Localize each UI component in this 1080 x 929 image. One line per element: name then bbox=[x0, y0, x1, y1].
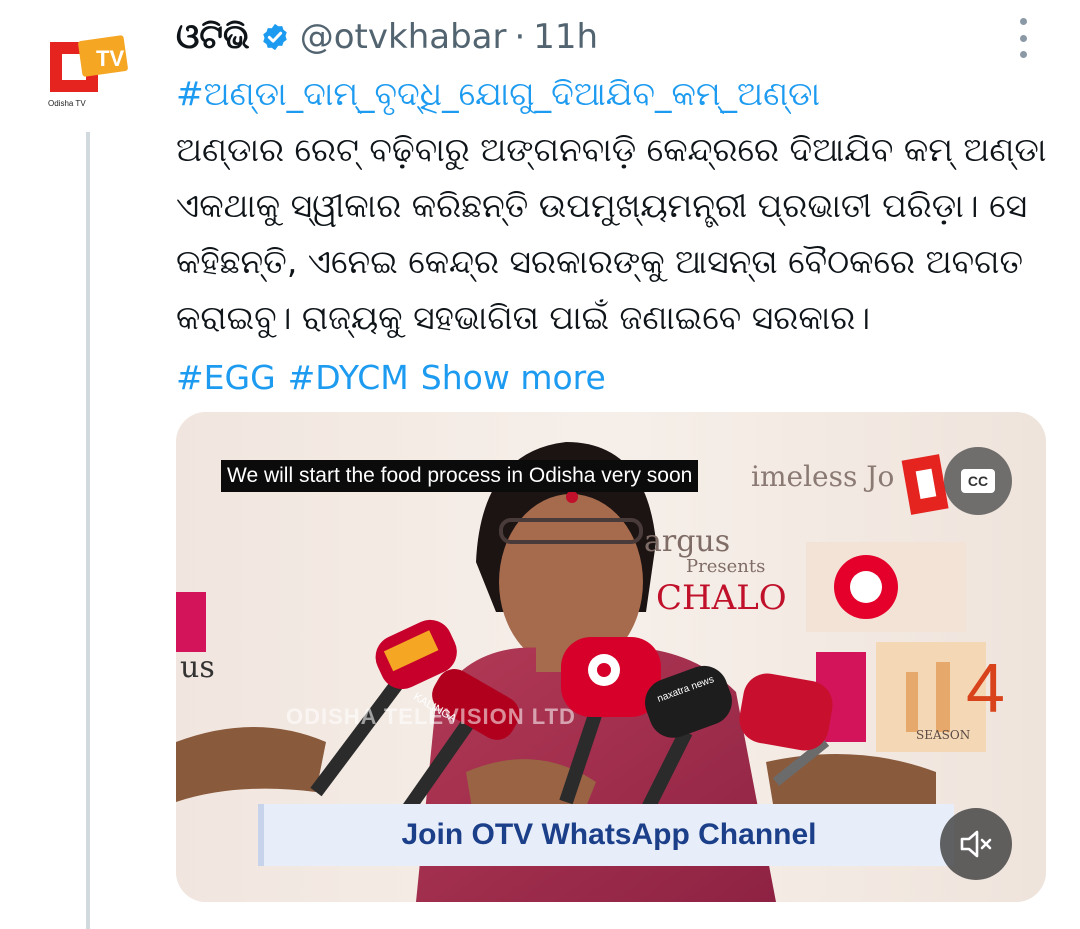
show-more-link[interactable]: Show more bbox=[421, 358, 606, 397]
cc-icon: CC bbox=[961, 469, 995, 493]
more-options-icon[interactable] bbox=[1006, 16, 1040, 60]
timestamp[interactable]: 11h bbox=[533, 17, 598, 57]
backdrop-text: SEASON bbox=[916, 728, 971, 742]
display-name[interactable]: ଓଟିଭି bbox=[176, 17, 250, 57]
avatar-label: Odisha TV bbox=[48, 99, 86, 108]
tweet-header: ଓଟିଭି @otvkhabar · 11h bbox=[176, 14, 598, 60]
tweet-body-line: ଅଣ୍ଡାର ରେଟ୍ ବଢ଼ିବାରୁ ଅଙ୍ଗନବାଡ଼ି କେନ୍ଦ୍ରର… bbox=[176, 130, 1046, 169]
hashtag-row: #EGG #DYCM Show more bbox=[176, 350, 1046, 406]
hashtag-egg[interactable]: #EGG bbox=[176, 358, 276, 397]
tweet-body-line: ଏକଥାକୁ ସ୍ୱୀକାର କରିଛନ୍ତି ଉପମୁଖ୍ୟମନ୍ତ୍ରୀ ପ… bbox=[176, 186, 1028, 225]
separator-dot: · bbox=[514, 17, 526, 57]
backdrop-text: argus bbox=[644, 524, 731, 559]
hashtag-dycm[interactable]: #DYCM bbox=[288, 358, 409, 397]
backdrop-text: imeless Jo bbox=[751, 460, 895, 493]
backdrop-text: CHALO bbox=[656, 578, 787, 618]
backdrop-text: 4 bbox=[966, 649, 1005, 727]
tweet-body-line: କରାଇବୁ। ରାଜ୍ୟକୁ ସହଭାଗିତା ପାଇଁ ଜଣାଇବେ ସରକ… bbox=[176, 298, 871, 337]
thread-line bbox=[86, 132, 90, 929]
tweet-body-line: କହିଛନ୍ତି, ଏନେଇ କେନ୍ଦ୍ର ସରକାରଙ୍କୁ ଆସନ୍ତା … bbox=[176, 242, 1023, 281]
hashtag-link[interactable]: #ଅଣ୍ଡା_ଦାମ୍_ବୃଦ୍ଧି_ଯୋଗୁ_ଦିଆଯିବ_କମ୍_ଅଣ୍ଡା bbox=[176, 66, 1046, 122]
svg-text:TV: TV bbox=[96, 46, 124, 71]
unmute-button[interactable] bbox=[940, 808, 1012, 880]
whatsapp-channel-banner: Join OTV WhatsApp Channel bbox=[258, 804, 954, 866]
backdrop-text: us bbox=[180, 650, 215, 685]
tweet-text: #ଅଣ୍ଡା_ଦାମ୍_ବୃଦ୍ଧି_ଯୋଗୁ_ଦିଆଯିବ_କମ୍_ଅଣ୍ଡା… bbox=[176, 66, 1046, 406]
backdrop-text: Presents bbox=[686, 556, 766, 577]
closed-captions-button[interactable]: CC bbox=[944, 447, 1012, 515]
speaker-muted-icon bbox=[960, 830, 992, 858]
video-player[interactable]: imeless Jo argus Presents CHALO SEASON u… bbox=[176, 412, 1046, 902]
verified-badge-icon bbox=[260, 22, 290, 52]
user-handle[interactable]: @otvkhabar bbox=[300, 17, 507, 57]
otv-logo-icon: TV Odisha TV bbox=[48, 35, 128, 108]
video-caption: We will start the food process in Odisha… bbox=[221, 460, 699, 492]
avatar[interactable]: TV Odisha TV bbox=[36, 20, 140, 124]
banner-text: Join OTV WhatsApp Channel bbox=[401, 818, 817, 851]
